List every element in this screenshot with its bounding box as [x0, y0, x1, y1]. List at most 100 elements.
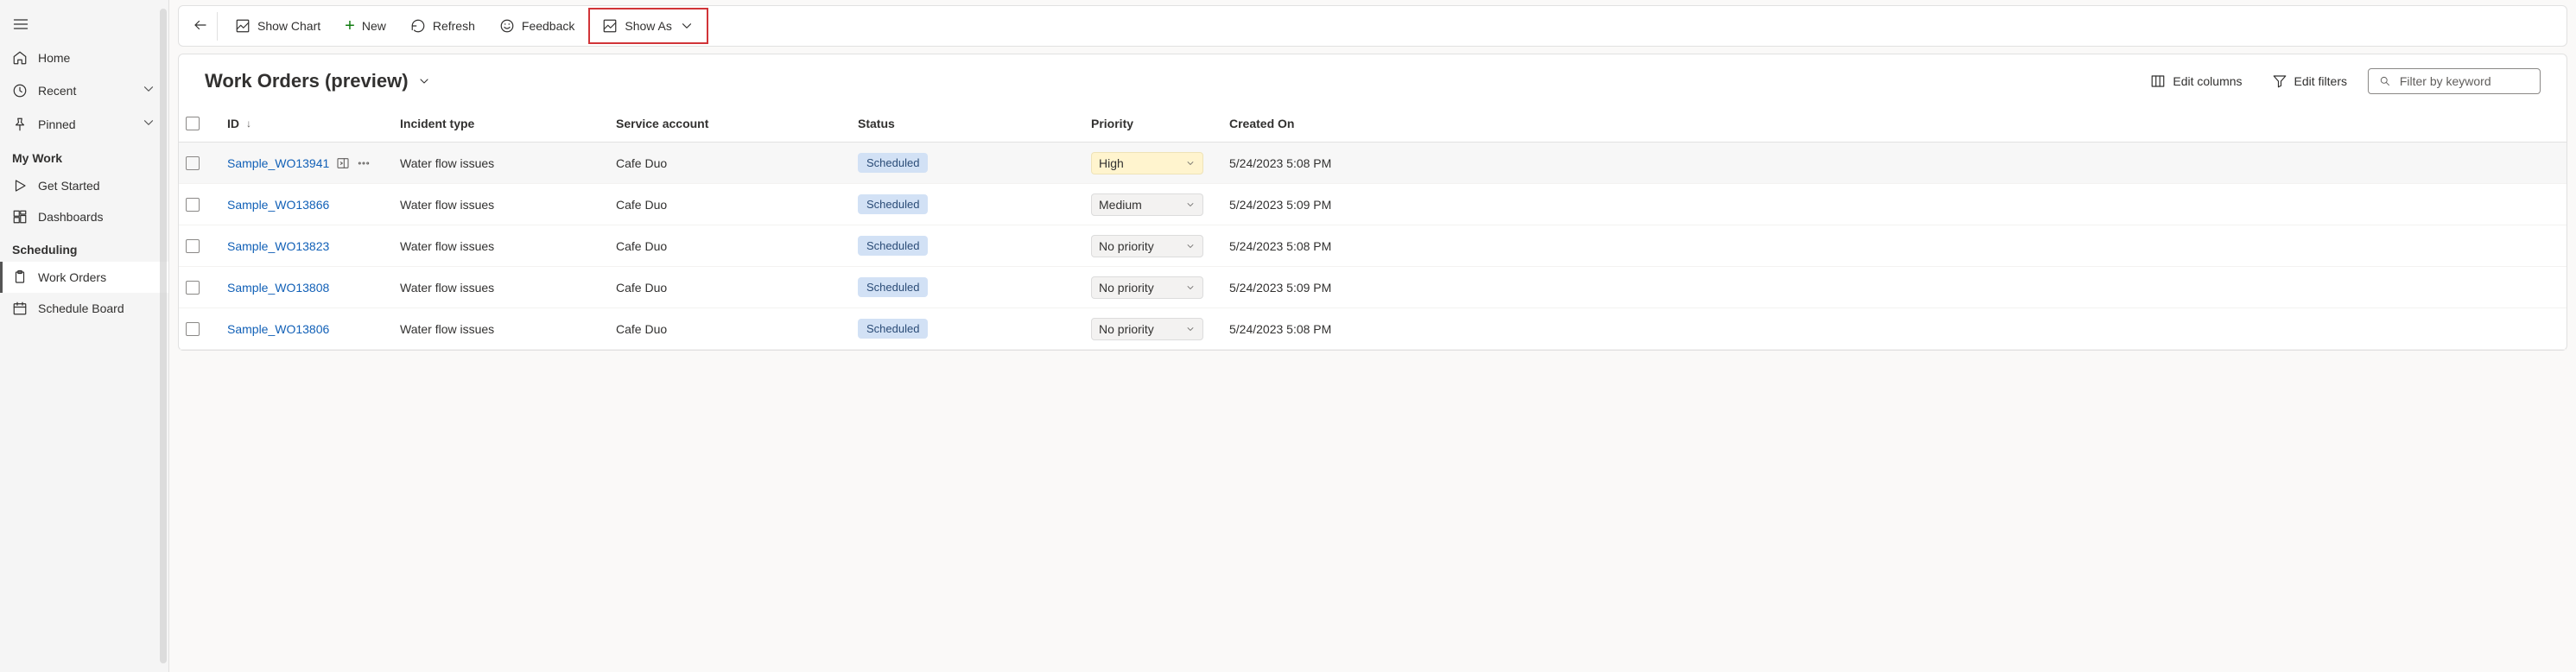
priority-dropdown[interactable]: High	[1091, 152, 1203, 174]
cell-incident-type: Water flow issues	[393, 156, 609, 170]
command-bar: Show Chart + New Refresh Feedback Show A…	[178, 5, 2567, 47]
checkbox-icon	[186, 156, 200, 170]
sidebar-item-label: Work Orders	[38, 270, 106, 284]
priority-value: No priority	[1099, 281, 1154, 295]
dashboard-icon	[12, 209, 28, 225]
cell-created-on: 5/24/2023 5:08 PM	[1222, 156, 1430, 170]
priority-value: Medium	[1099, 198, 1142, 212]
column-header-status[interactable]: Status	[851, 108, 1084, 139]
row-select-cell[interactable]	[179, 281, 220, 295]
feedback-button[interactable]: Feedback	[489, 13, 585, 39]
sidebar-scrollbar[interactable]	[160, 9, 167, 663]
row-select-cell[interactable]	[179, 198, 220, 212]
chevron-down-icon	[1185, 241, 1196, 251]
filter-keyword-box[interactable]	[2368, 68, 2541, 94]
column-header-created-on[interactable]: Created On	[1222, 108, 1430, 139]
id-link[interactable]: Sample_WO13808	[227, 281, 329, 295]
edit-columns-button[interactable]: Edit columns	[2141, 68, 2250, 94]
priority-dropdown[interactable]: No priority	[1091, 318, 1203, 340]
chevron-down-icon	[417, 74, 431, 88]
sidebar-item-home[interactable]: Home	[0, 42, 168, 73]
priority-dropdown[interactable]: No priority	[1091, 235, 1203, 257]
table-row[interactable]: Sample_WO13866 Water flow issues Cafe Du…	[179, 184, 2566, 225]
priority-dropdown[interactable]: Medium	[1091, 193, 1203, 216]
search-icon	[2379, 74, 2391, 88]
show-chart-button[interactable]: Show Chart	[225, 13, 331, 39]
select-all-cell[interactable]	[179, 108, 220, 139]
open-panel-icon[interactable]	[336, 156, 350, 170]
cell-service-account: Cafe Duo	[609, 239, 851, 253]
edit-filters-button[interactable]: Edit filters	[2263, 68, 2356, 94]
sidebar-item-schedule-board[interactable]: Schedule Board	[0, 293, 168, 324]
sidebar-item-label: Get Started	[38, 179, 100, 193]
id-link[interactable]: Sample_WO13941	[227, 156, 329, 170]
table-row[interactable]: Sample_WO13941 Water flow issues Cafe Du…	[179, 143, 2566, 184]
column-header-service-account[interactable]: Service account	[609, 108, 851, 139]
command-label: Show As	[625, 19, 671, 33]
checkbox-icon	[186, 281, 200, 295]
id-link[interactable]: Sample_WO13866	[227, 198, 329, 212]
action-label: Edit columns	[2173, 74, 2242, 88]
cell-id: Sample_WO13806	[220, 322, 393, 336]
chevron-down-icon	[1185, 282, 1196, 293]
priority-value: No priority	[1099, 322, 1154, 336]
filter-keyword-input[interactable]	[2400, 74, 2529, 88]
cell-created-on: 5/24/2023 5:08 PM	[1222, 239, 1430, 253]
id-link[interactable]: Sample_WO13806	[227, 322, 329, 336]
cell-created-on: 5/24/2023 5:08 PM	[1222, 322, 1430, 336]
arrow-left-icon	[193, 17, 208, 33]
cell-incident-type: Water flow issues	[393, 322, 609, 336]
cell-service-account: Cafe Duo	[609, 156, 851, 170]
column-header-priority[interactable]: Priority	[1084, 108, 1222, 139]
calendar-icon	[12, 301, 28, 316]
refresh-button[interactable]: Refresh	[400, 13, 485, 39]
cell-status: Scheduled	[851, 319, 1084, 339]
id-link[interactable]: Sample_WO13823	[227, 239, 329, 253]
show-as-button[interactable]: Show As	[588, 8, 707, 44]
cell-id: Sample_WO13866	[220, 198, 393, 212]
sidebar-item-get-started[interactable]: Get Started	[0, 170, 168, 201]
new-button[interactable]: + New	[334, 14, 397, 38]
sidebar-item-recent[interactable]: Recent	[0, 73, 168, 107]
cell-status: Scheduled	[851, 153, 1084, 173]
row-select-cell[interactable]	[179, 322, 220, 336]
main-content: Show Chart + New Refresh Feedback Show A…	[169, 0, 2576, 672]
cell-priority: High	[1084, 152, 1222, 174]
view-title-dropdown[interactable]: Work Orders (preview)	[205, 70, 431, 92]
row-select-cell[interactable]	[179, 156, 220, 170]
status-badge: Scheduled	[858, 153, 928, 173]
sidebar-item-dashboards[interactable]: Dashboards	[0, 201, 168, 232]
cell-id: Sample_WO13941	[220, 156, 393, 170]
grid-header: ID ↓ Incident type Service account Statu…	[179, 105, 2566, 143]
checkbox-icon	[186, 117, 200, 130]
cell-service-account: Cafe Duo	[609, 198, 851, 212]
command-label: Refresh	[433, 19, 475, 33]
hamburger-menu[interactable]	[0, 9, 168, 42]
chevron-down-icon	[141, 81, 156, 99]
sidebar-item-pinned[interactable]: Pinned	[0, 107, 168, 141]
table-row[interactable]: Sample_WO13808 Water flow issues Cafe Du…	[179, 267, 2566, 308]
command-label: Feedback	[522, 19, 574, 33]
refresh-icon	[410, 18, 426, 34]
sidebar: Home Recent Pinned My Work Get Started D…	[0, 0, 169, 672]
work-orders-grid: ID ↓ Incident type Service account Statu…	[178, 105, 2567, 351]
row-select-cell[interactable]	[179, 239, 220, 253]
table-row[interactable]: Sample_WO13823 Water flow issues Cafe Du…	[179, 225, 2566, 267]
table-row[interactable]: Sample_WO13806 Water flow issues Cafe Du…	[179, 308, 2566, 350]
pin-icon	[12, 117, 28, 132]
cell-created-on: 5/24/2023 5:09 PM	[1222, 281, 1430, 295]
sidebar-item-work-orders[interactable]: Work Orders	[0, 262, 168, 293]
column-header-incident-type[interactable]: Incident type	[393, 108, 609, 139]
back-button[interactable]	[184, 12, 218, 41]
cell-incident-type: Water flow issues	[393, 281, 609, 295]
priority-dropdown[interactable]: No priority	[1091, 276, 1203, 299]
chevron-down-icon	[679, 18, 695, 34]
cell-incident-type: Water flow issues	[393, 198, 609, 212]
smile-icon	[499, 18, 515, 34]
checkbox-icon	[186, 198, 200, 212]
column-header-id[interactable]: ID ↓	[220, 108, 393, 139]
more-icon[interactable]	[357, 156, 371, 170]
command-label: New	[362, 19, 386, 33]
status-badge: Scheduled	[858, 194, 928, 214]
clipboard-icon	[12, 269, 28, 285]
